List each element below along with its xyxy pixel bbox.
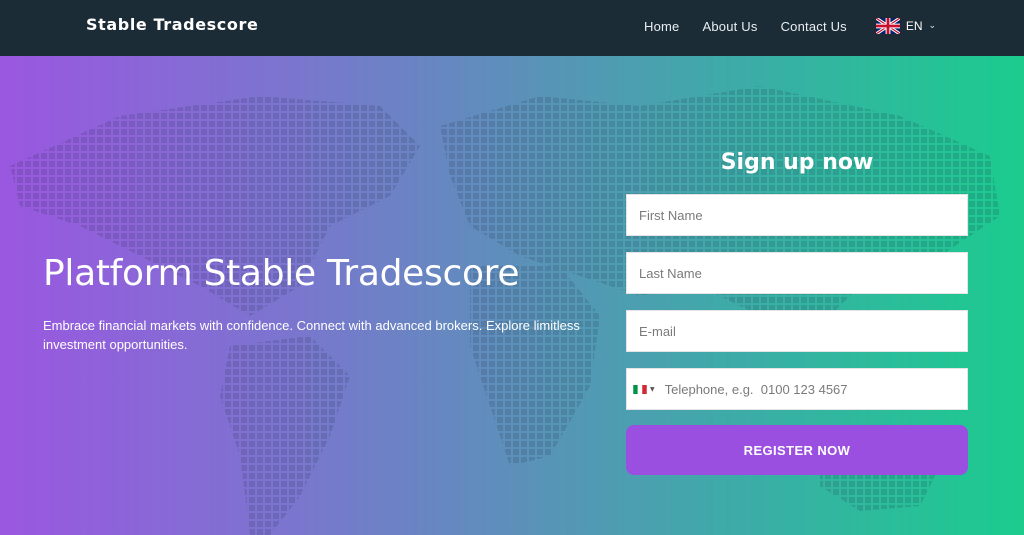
last-name-field-wrapper (626, 252, 968, 294)
hero-subtext: Embrace financial markets with confidenc… (43, 318, 580, 352)
phone-input[interactable] (654, 369, 967, 409)
hero-headline: Platform Stable Tradescore (43, 253, 520, 294)
first-name-input[interactable] (627, 195, 967, 235)
nav-home-link[interactable]: Home (644, 19, 679, 34)
email-field-wrapper (626, 310, 968, 352)
brand-logo-text[interactable]: Stable Tradescore (86, 15, 258, 34)
last-name-input[interactable] (627, 253, 967, 293)
nav-contact-link[interactable]: Contact Us (781, 19, 847, 34)
italy-flag-icon (633, 384, 647, 394)
hero-section: Platform Stable Tradescore Embrace finan… (0, 56, 1024, 535)
first-name-field-wrapper (626, 194, 968, 236)
uk-flag-icon (875, 18, 900, 34)
signup-form: Sign up now ▼ REGISTER NOW (626, 148, 968, 475)
chevron-down-icon: ⌄ (928, 21, 937, 31)
top-navbar: Stable Tradescore Home About Us Contact … (0, 0, 1024, 56)
language-selector[interactable]: EN ⌄ (875, 18, 937, 34)
language-code: EN (905, 19, 923, 33)
main-nav: Home About Us Contact Us EN ⌄ (644, 18, 936, 34)
signup-title: Sign up now (720, 150, 874, 175)
phone-field-wrapper: ▼ (626, 368, 968, 410)
phone-country-selector[interactable]: ▼ (627, 384, 655, 394)
register-button[interactable]: REGISTER NOW (626, 425, 968, 475)
email-input[interactable] (627, 311, 967, 351)
nav-about-link[interactable]: About Us (702, 19, 757, 34)
